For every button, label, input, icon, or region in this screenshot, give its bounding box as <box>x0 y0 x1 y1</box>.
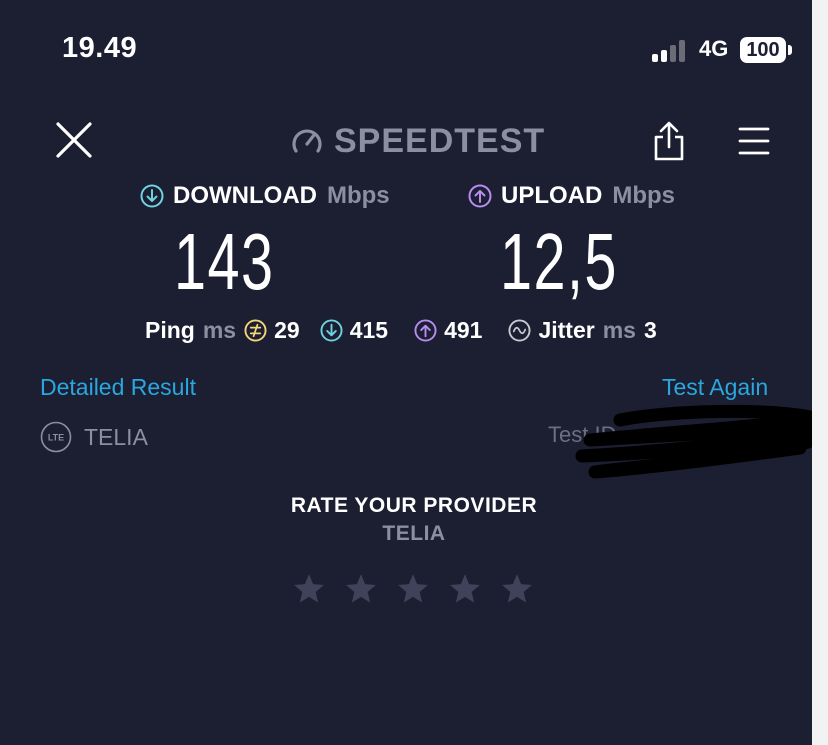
upload-value: 12,5 <box>500 217 618 306</box>
rate-provider-name: TELIA <box>382 522 446 545</box>
provider-info: LTE TELIA <box>40 421 148 453</box>
rate-provider-title: RATE YOUR PROVIDER <box>290 494 538 517</box>
close-icon[interactable] <box>55 121 93 159</box>
download-arrow-icon <box>140 184 164 208</box>
provider-name: TELIA <box>84 423 148 450</box>
latency-row: Ping ms 29 415 491 Jitter ms 3 <box>145 314 677 346</box>
battery-tip <box>788 45 792 55</box>
star-icon[interactable] <box>396 572 430 606</box>
network-type: 4G <box>699 36 729 61</box>
redaction-scribble <box>575 404 812 479</box>
upload-arrow-icon <box>468 184 492 208</box>
upload-label: UPLOAD <box>501 182 603 209</box>
upload-ping-icon <box>414 318 437 342</box>
download-label: DOWNLOAD <box>173 182 317 209</box>
ping-label: Ping <box>145 316 195 343</box>
download-header: DOWNLOAD Mbps <box>140 181 390 211</box>
test-again-link[interactable]: Test Again <box>662 374 768 401</box>
speedometer-icon <box>292 129 322 153</box>
battery-icon: 100 <box>740 37 786 63</box>
share-icon[interactable] <box>652 120 686 162</box>
lte-icon: LTE <box>40 421 72 453</box>
idle-ping-icon <box>244 318 267 342</box>
jitter-icon <box>508 318 531 342</box>
app-screen: 19.49 4G 100 SPEEDTEST DOWNLOAD Mbps 143 <box>0 0 812 745</box>
star-rating[interactable] <box>292 572 552 606</box>
screen-edge <box>812 0 828 745</box>
brand-name: SPEEDTEST <box>334 121 546 160</box>
ping-unit: ms <box>202 316 237 343</box>
status-time: 19.49 <box>62 32 138 64</box>
idle-ping-value: 29 <box>274 316 300 343</box>
download-ping-icon <box>320 318 343 342</box>
download-value: 143 <box>174 217 275 306</box>
lte-badge-text: LTE <box>48 433 64 443</box>
speedtest-logo: SPEEDTEST <box>290 121 545 161</box>
signal-icon <box>652 38 690 62</box>
upload-unit: Mbps <box>612 182 676 209</box>
download-unit: Mbps <box>326 182 390 209</box>
upload-header: UPLOAD Mbps <box>468 181 675 211</box>
jitter-value: 3 <box>643 316 657 343</box>
download-ping-value: 415 <box>349 316 389 343</box>
star-icon[interactable] <box>344 572 378 606</box>
detailed-result-link[interactable]: Detailed Result <box>40 374 196 401</box>
upload-ping-value: 491 <box>444 316 483 343</box>
jitter-unit: ms <box>602 316 636 343</box>
jitter-label: Jitter <box>538 316 595 343</box>
star-icon[interactable] <box>500 572 534 606</box>
star-icon[interactable] <box>448 572 482 606</box>
menu-icon[interactable] <box>737 124 771 158</box>
star-icon[interactable] <box>292 572 326 606</box>
